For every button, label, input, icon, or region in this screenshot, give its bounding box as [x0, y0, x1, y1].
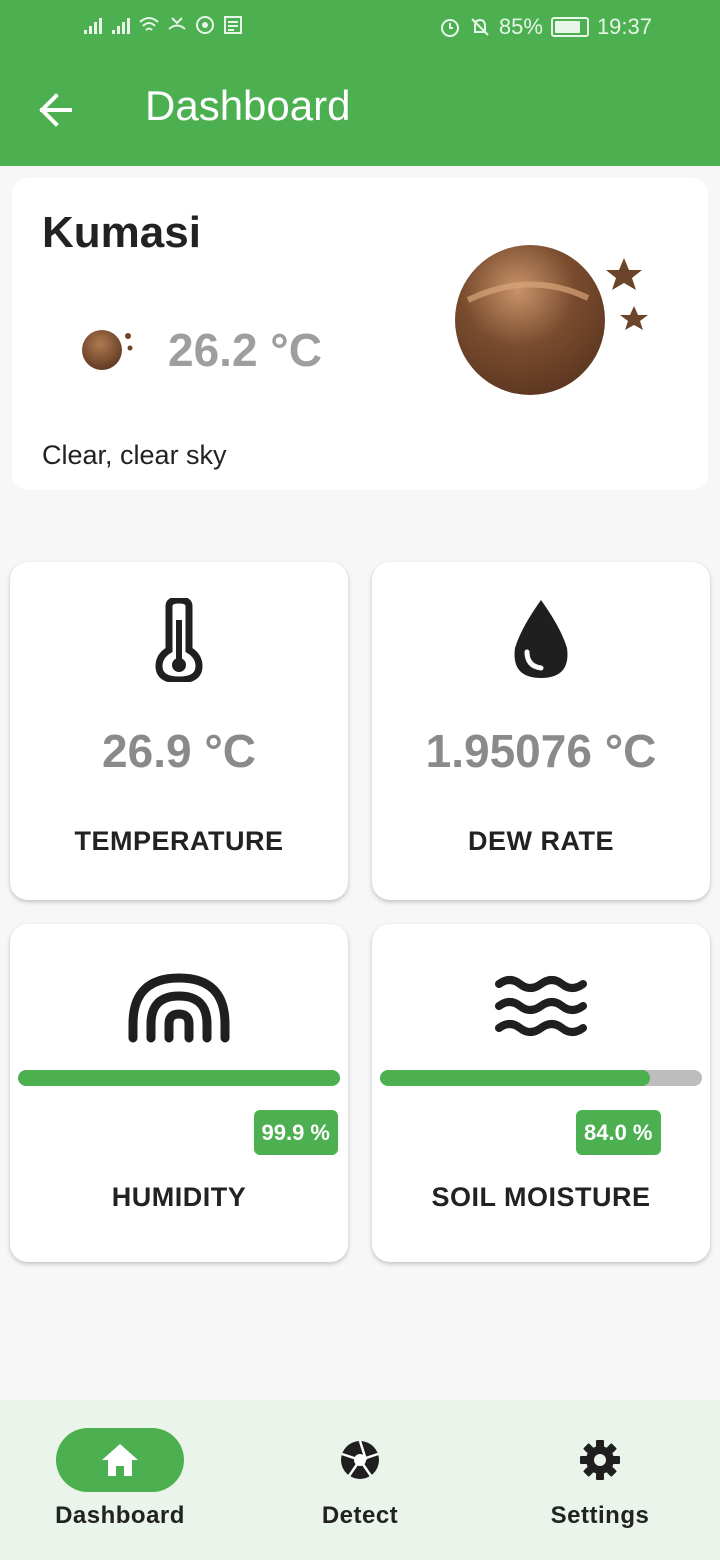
- nav-active-indicator: [56, 1428, 184, 1492]
- city-name: Kumasi: [42, 208, 201, 257]
- signal-icon: [84, 18, 102, 34]
- dew-rate-value: 1.95076 °C: [425, 725, 657, 777]
- humidity-label: HUMIDITY: [111, 1182, 247, 1212]
- dew-rate-label: DEW RATE: [468, 826, 614, 856]
- thermometer-icon: [155, 598, 203, 682]
- current-temperature: 26.2 °C: [168, 324, 322, 376]
- page-title: Dashboard: [145, 82, 351, 129]
- weather-card: Kumasi 26.2 °C Clear, clear sky: [12, 178, 708, 490]
- camera-aperture-icon: [341, 1440, 379, 1479]
- missed-call-icon: [168, 17, 186, 30]
- bottom-navigation: Dashboard Detect Settings: [0, 1400, 720, 1560]
- nav-detect[interactable]: Detect: [260, 1428, 460, 1530]
- whatsapp-icon: [196, 16, 214, 34]
- weather-description: Clear, clear sky: [42, 440, 227, 470]
- humidity-progress-bar: [18, 1070, 340, 1086]
- status-left-icons: [82, 14, 244, 36]
- status-right-icons: 85% 19:37: [439, 14, 652, 40]
- battery-percent: 85%: [498, 14, 543, 39]
- clear-night-small-icon: [82, 330, 133, 370]
- temperature-value: 26.9 °C: [102, 725, 256, 777]
- temperature-label: TEMPERATURE: [74, 826, 284, 856]
- soil-moisture-tile[interactable]: 84.0 % SOIL MOISTURE: [372, 924, 710, 1262]
- nav-dashboard-label: Dashboard: [55, 1502, 185, 1529]
- waves-icon: [495, 976, 587, 1036]
- humidity-percent-badge: 99.9 %: [253, 1110, 338, 1155]
- gear-icon: [580, 1440, 620, 1480]
- temperature-tile[interactable]: 26.9 °C TEMPERATURE: [10, 562, 348, 900]
- battery-icon: [550, 17, 589, 37]
- humidity-progress-fill: [18, 1070, 340, 1086]
- soil-moisture-progress-fill: [380, 1070, 651, 1086]
- alarm-icon: [440, 19, 459, 37]
- status-bar: 85% 19:37: [0, 0, 720, 56]
- humidity-tile[interactable]: 99.9 % HUMIDITY: [10, 924, 348, 1262]
- nav-settings-label: Settings: [550, 1502, 650, 1529]
- mute-bell-icon: [471, 18, 489, 36]
- wifi-icon: [139, 17, 159, 31]
- clear-night-icon: [455, 245, 648, 395]
- arrow-back-icon: [39, 93, 72, 127]
- nav-detect-label: Detect: [321, 1502, 399, 1529]
- news-icon: [224, 16, 242, 34]
- water-drop-icon: [514, 600, 568, 678]
- nav-settings[interactable]: Settings: [500, 1428, 700, 1530]
- soil-moisture-percent-badge: 84.0 %: [576, 1110, 661, 1155]
- signal-icon: [112, 18, 130, 34]
- home-icon: [102, 1444, 138, 1476]
- nav-dashboard[interactable]: Dashboard: [20, 1428, 220, 1530]
- dew-rate-tile[interactable]: 1.95076 °C DEW RATE: [372, 562, 710, 900]
- soil-moisture-label: SOIL MOISTURE: [431, 1182, 651, 1212]
- rainbow-icon: [128, 973, 230, 1043]
- clock: 19:37: [596, 14, 652, 39]
- app-bar: Dashboard: [0, 56, 720, 166]
- back-button[interactable]: [30, 84, 82, 136]
- soil-moisture-progress-bar: [380, 1070, 702, 1086]
